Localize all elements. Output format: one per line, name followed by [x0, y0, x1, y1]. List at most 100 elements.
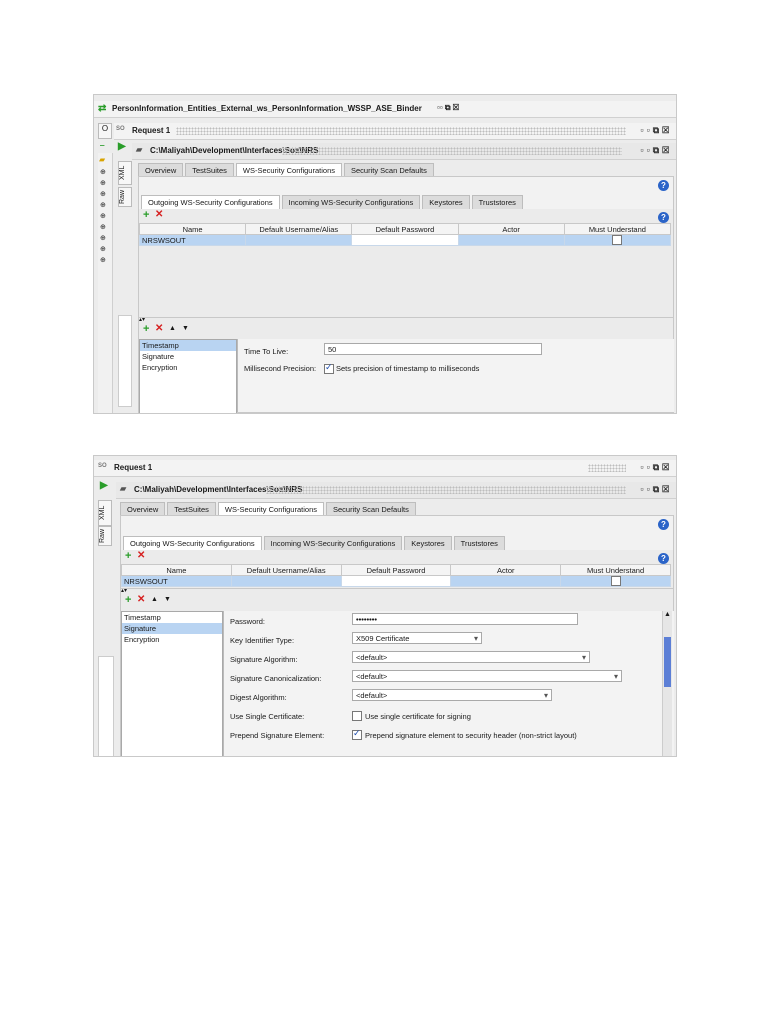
scroll-up-icon[interactable]: ▲	[664, 611, 671, 618]
row-must-understand-2[interactable]	[560, 574, 671, 588]
path-drag-area-2[interactable]	[266, 486, 626, 494]
password-input[interactable]: ••••••••	[352, 613, 578, 625]
col-actor-2[interactable]: Actor	[450, 564, 562, 576]
scroll-thumb[interactable]	[664, 637, 671, 687]
project-path-bar-2: ▰ C:\Maliyah\Development\Interfaces\Soa\…	[116, 482, 676, 499]
tab-testsuites[interactable]: TestSuites	[185, 163, 234, 177]
row-actor-2[interactable]	[450, 574, 562, 588]
col-name[interactable]: Name	[138, 223, 247, 235]
add-entry-icon-2[interactable]: +	[125, 594, 131, 606]
remove-config-icon-2[interactable]: ✕	[137, 550, 145, 561]
left-tab[interactable]: O	[98, 123, 112, 139]
left-scroll-2[interactable]	[98, 656, 114, 756]
row-username-2[interactable]	[230, 574, 342, 588]
col-must-understand-2[interactable]: Must Understand	[560, 564, 671, 576]
col-must-understand[interactable]: Must Understand	[563, 223, 672, 235]
move-down-icon-2[interactable]: ▼	[164, 596, 171, 603]
tab-keystores[interactable]: Keystores	[422, 195, 470, 209]
title-drag-area[interactable]	[176, 127, 626, 135]
remove-entry-icon[interactable]: ✕	[155, 323, 163, 334]
signature-algorithm-select[interactable]: <default>	[352, 651, 590, 664]
entry-timestamp-2[interactable]: Timestamp	[122, 612, 222, 623]
col-name-2[interactable]: Name	[121, 564, 232, 576]
row-name[interactable]: NRSWSOUT	[138, 233, 247, 247]
tab-ws-security[interactable]: WS-Security Configurations	[235, 163, 342, 177]
row-name-2[interactable]: NRSWSOUT	[121, 574, 232, 588]
row-actor[interactable]	[457, 233, 565, 247]
window-buttons-icon-2[interactable]: ▫▫⧉☒	[640, 462, 672, 473]
col-username-2[interactable]: Default Username/Alias	[230, 564, 342, 576]
row-must-understand[interactable]	[563, 233, 672, 247]
single-cert-checkbox[interactable]	[352, 711, 362, 721]
tab-outgoing[interactable]: Outgoing WS-Security Configurations	[141, 195, 280, 209]
row-password[interactable]	[351, 233, 459, 247]
path-drag-area[interactable]	[282, 147, 622, 155]
move-down-icon[interactable]: ▼	[182, 325, 189, 332]
add-config-icon-2[interactable]: +	[125, 550, 131, 562]
table-row-2[interactable]: NRSWSOUT	[121, 574, 671, 588]
tab-security-scan-2[interactable]: Security Scan Defaults	[326, 502, 416, 516]
run-icon-2[interactable]: ▶	[100, 480, 108, 491]
tab-keystores-2[interactable]: Keystores	[404, 536, 452, 550]
screenshot-2: SO Request 1 ▫▫⧉☒ ▶ XML Raw ▰ C:\Maliyah…	[93, 455, 677, 757]
raw-side-tab-2[interactable]: Raw	[98, 526, 112, 546]
restore-icon[interactable]: ▫▫ ⧉ ☒	[437, 103, 459, 113]
entry-encryption[interactable]: Encryption	[140, 362, 236, 373]
table-row[interactable]: NRSWSOUT	[138, 233, 672, 247]
tab-truststores[interactable]: Truststores	[471, 195, 523, 209]
entry-signature-2[interactable]: Signature	[122, 623, 222, 634]
key-identifier-select[interactable]: X509 Certificate	[352, 632, 482, 645]
add-config-icon[interactable]: +	[143, 209, 149, 221]
path-window-buttons-icon-2[interactable]: ▫▫⧉☒	[640, 484, 672, 495]
remove-config-icon[interactable]: ✕	[155, 209, 163, 220]
entry-signature[interactable]: Signature	[140, 351, 236, 362]
tab-overview-2[interactable]: Overview	[120, 502, 166, 516]
minus-icon[interactable]: ‒	[100, 141, 104, 150]
details-scrollbar[interactable]: ▲	[662, 611, 672, 756]
tab-security-scan[interactable]: Security Scan Defaults	[344, 163, 434, 177]
help-icon-2[interactable]: ?	[658, 212, 669, 223]
move-up-icon[interactable]: ▲	[169, 325, 176, 332]
splitter[interactable]: ▴▾	[139, 317, 673, 323]
splitter-2[interactable]: ▴▾	[121, 588, 673, 594]
help-icon-4[interactable]: ?	[658, 553, 669, 564]
help-icon[interactable]: ?	[658, 180, 669, 191]
entry-timestamp[interactable]: Timestamp	[140, 340, 236, 351]
tab-testsuites-2[interactable]: TestSuites	[167, 502, 216, 516]
raw-side-tab[interactable]: Raw	[118, 187, 132, 207]
col-username[interactable]: Default Username/Alias	[245, 223, 353, 235]
col-actor[interactable]: Actor	[457, 223, 565, 235]
run-icon[interactable]: ▶	[118, 141, 126, 152]
row-username[interactable]	[245, 233, 353, 247]
signature-canon-select[interactable]: <default>	[352, 670, 622, 683]
tab-ws-security-2[interactable]: WS-Security Configurations	[217, 502, 324, 516]
col-password-2[interactable]: Default Password	[340, 564, 452, 576]
left-scroll[interactable]	[118, 315, 132, 407]
tree-expanders-icon[interactable]: ⊕ ⊕ ⊕ ⊕ ⊕ ⊕ ⊕ ⊕ ⊕	[100, 167, 106, 266]
millisecond-checkbox[interactable]	[324, 362, 334, 374]
title-drag-area-2[interactable]	[588, 464, 626, 472]
row-password-2[interactable]	[340, 574, 452, 588]
request-title-2: Request 1	[114, 463, 153, 472]
tab-truststores-2[interactable]: Truststores	[453, 536, 505, 550]
window-buttons-icon[interactable]: ▫▫⧉☒	[640, 125, 672, 136]
prepend-checkbox[interactable]	[352, 728, 362, 740]
col-password[interactable]: Default Password	[351, 223, 459, 235]
must-understand-checkbox-2[interactable]	[610, 576, 621, 587]
move-up-icon-2[interactable]: ▲	[151, 596, 158, 603]
tab-outgoing-2[interactable]: Outgoing WS-Security Configurations	[123, 536, 262, 550]
left-tab-letter: O	[101, 124, 109, 133]
add-entry-icon[interactable]: +	[143, 323, 149, 335]
tab-overview[interactable]: Overview	[138, 163, 184, 177]
must-understand-checkbox[interactable]	[612, 235, 623, 246]
path-window-buttons-icon[interactable]: ▫▫⧉☒	[640, 145, 672, 156]
tab-incoming-2[interactable]: Incoming WS-Security Configurations	[263, 536, 403, 550]
remove-entry-icon-2[interactable]: ✕	[137, 594, 145, 605]
xml-side-tab-2[interactable]: XML	[98, 500, 112, 526]
digest-select[interactable]: <default>	[352, 689, 552, 702]
entry-encryption-2[interactable]: Encryption	[122, 634, 222, 645]
help-icon-3[interactable]: ?	[658, 519, 669, 530]
time-to-live-input[interactable]: 50	[324, 343, 542, 355]
xml-side-tab[interactable]: XML	[118, 161, 132, 185]
tab-incoming[interactable]: Incoming WS-Security Configurations	[281, 195, 421, 209]
